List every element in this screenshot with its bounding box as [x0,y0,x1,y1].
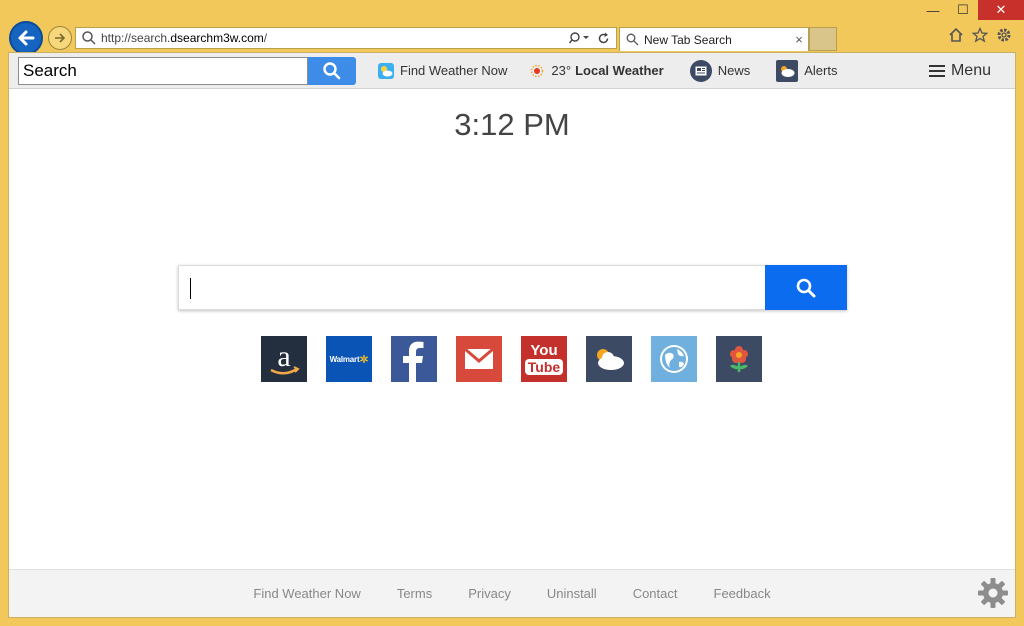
search-icon [82,31,96,45]
tab-new-tab-search[interactable]: New Tab Search × [619,27,809,51]
back-button[interactable] [9,21,43,55]
home-icon[interactable] [948,27,964,43]
walmart-link[interactable]: Walmart [326,336,372,382]
url-text[interactable]: http://search.dsearchm3w.com/ [97,31,569,45]
toolbar-search-input[interactable] [18,56,308,85]
mail-envelope-icon [464,347,494,369]
weather-sun-cloud-icon [378,62,394,79]
find-weather-link[interactable]: Find Weather Now [378,62,508,79]
main-search-input[interactable] [178,265,765,310]
sun-icon [529,63,545,79]
tab-label: New Tab Search [644,32,732,47]
star-icon[interactable] [972,27,988,43]
menu-label: Menu [950,62,991,79]
youtube-link[interactable]: You Tube [521,336,567,382]
extension-toolbar: Find Weather Now 23° Local Weather [9,53,1015,89]
youtube-label-bottom: Tube [524,359,564,375]
gmail-link[interactable] [456,336,502,382]
search-dropdown-icon[interactable] [569,31,591,45]
toolbar-search-button[interactable] [308,56,356,85]
footer-terms-link[interactable]: Terms [397,586,432,601]
globe-icon [660,345,688,373]
page-footer: Find Weather Now Terms Privacy Uninstall… [9,569,1015,617]
news-link[interactable]: News [689,59,751,82]
address-tools [569,31,616,45]
menu-button[interactable]: Menu [928,53,991,89]
window-controls: — ☐ ✕ [918,0,1024,22]
url-suffix: / [263,31,268,45]
arrow-left-icon [18,30,35,46]
footer-find-weather-link[interactable]: Find Weather Now [253,586,360,601]
local-weather-label: Local Weather [575,63,664,78]
url-prefix: http://search. [101,31,171,45]
forward-button[interactable] [48,26,72,50]
amazon-logo-icon: a [270,340,300,375]
page-content: Find Weather Now 23° Local Weather [8,52,1016,618]
newspaper-icon [689,59,712,82]
facebook-link[interactable] [391,336,437,382]
flower-icon [730,346,748,372]
main-search-button[interactable] [765,265,847,310]
alerts-link[interactable]: Alerts [776,59,838,82]
amazon-link[interactable]: a [261,336,307,382]
minimize-button[interactable]: — [918,0,948,20]
cloud-alert-icon [776,59,799,82]
text-cursor [190,278,191,299]
url-domain: dsearchm3w.com [170,31,264,45]
arrow-right-icon [55,33,66,43]
footer-privacy-link[interactable]: Privacy [468,586,511,601]
settings-gear-icon[interactable] [996,27,1012,43]
close-window-button[interactable]: ✕ [978,0,1024,20]
search-icon [796,278,816,297]
browser-window: — ☐ ✕ http://search.dsearchm3w.com/ New … [0,0,1024,626]
footer-feedback-link[interactable]: Feedback [714,586,771,601]
temperature-label: 23° [551,63,572,78]
weather-cloud-icon [597,349,624,370]
youtube-label-top: You [530,342,558,359]
alerts-label: Alerts [804,63,838,78]
main-search-bar [178,265,847,310]
quick-links: a Walmart You Tube [261,336,762,382]
footer-uninstall-link[interactable]: Uninstall [547,586,597,601]
refresh-icon[interactable] [597,32,610,45]
local-weather-link[interactable]: 23° Local Weather [529,63,664,79]
find-weather-label: Find Weather Now [400,63,508,78]
maximize-button[interactable]: ☐ [948,0,978,20]
facebook-logo-icon [403,341,424,382]
search-icon [323,61,341,79]
globe-link[interactable] [651,336,697,382]
hamburger-icon [928,65,945,77]
footer-contact-link[interactable]: Contact [633,586,678,601]
settings-gear-icon[interactable] [977,577,1009,609]
tab-close-icon[interactable]: × [790,32,808,47]
new-tab-button[interactable] [809,27,837,51]
clock-time: 3:12 PM [454,107,570,142]
flower-link[interactable] [716,336,762,382]
address-bar[interactable]: http://search.dsearchm3w.com/ [75,27,617,49]
news-label: News [717,63,751,78]
walmart-label: Walmart [329,354,360,364]
walmart-spark-icon [360,355,369,363]
svg-text:a: a [277,340,290,373]
browser-right-icons [948,27,1012,43]
weather-link[interactable] [586,336,632,382]
search-icon [626,33,639,46]
